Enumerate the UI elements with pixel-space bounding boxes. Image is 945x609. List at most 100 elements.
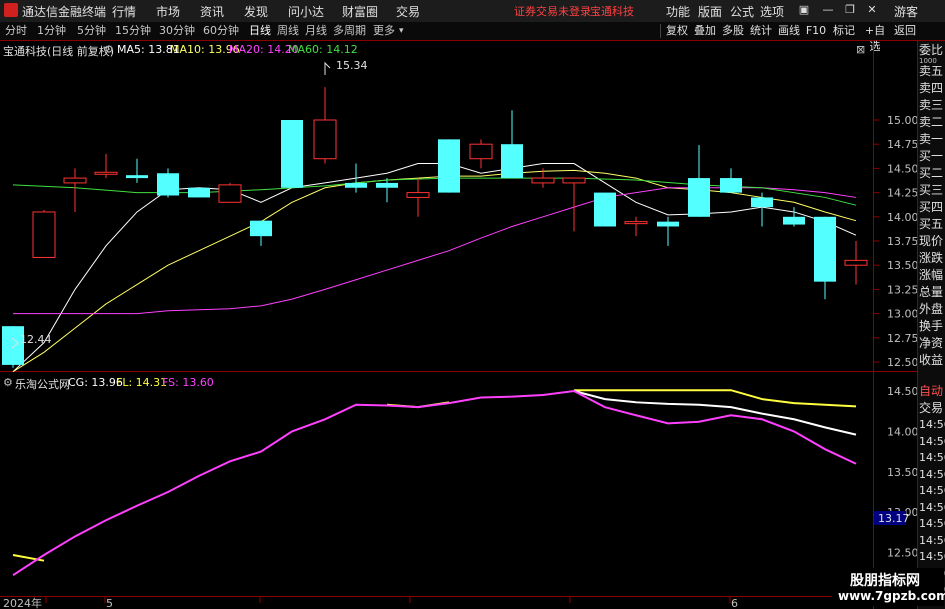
menu-item-quotes[interactable]: 行情: [112, 3, 136, 20]
candle-body: [313, 119, 337, 160]
y-tick-label: 13.75: [887, 235, 917, 248]
tab-weekly[interactable]: 周线: [276, 23, 300, 39]
y-tick-label: 13.50: [887, 259, 917, 272]
y-tick-label: 14.50: [887, 162, 917, 175]
f10-button[interactable]: F10: [804, 23, 828, 39]
candle-body: [438, 139, 460, 193]
legend-gear-icon[interactable]: ⚙: [104, 43, 114, 56]
menu-item-layout[interactable]: 版面: [698, 3, 722, 20]
tab-30min[interactable]: 30分钟: [158, 23, 196, 39]
x-label-year: 2024年: [3, 596, 42, 609]
menu-item-ask[interactable]: 问小达: [288, 3, 324, 20]
high-marker: 15.34: [324, 59, 368, 75]
skin-icon[interactable]: ▣: [796, 2, 812, 18]
multi-stock-button[interactable]: 多股: [720, 23, 746, 39]
overlay-button[interactable]: 叠加: [692, 23, 718, 39]
menu-item-news[interactable]: 资讯: [200, 3, 224, 20]
current-price-label: 13.17: [878, 512, 910, 525]
quote-label: 现价: [919, 234, 944, 248]
svg-text:12.44: 12.44: [20, 333, 52, 346]
y-tick-label: 13.25: [887, 283, 917, 296]
tab-daily[interactable]: 日线: [248, 23, 272, 39]
more-chevron-icon[interactable]: ▾: [398, 23, 405, 39]
sub-y-tick-label: 14.50: [887, 385, 917, 398]
tab-60min[interactable]: 60分钟: [202, 23, 240, 39]
y-tick-label: 14.25: [887, 187, 917, 200]
back-button[interactable]: 返回: [892, 23, 918, 39]
app-logo-icon: [4, 3, 18, 17]
minimize-icon[interactable]: —: [820, 2, 836, 18]
ma10-line: [12, 169, 857, 373]
quote-label: 收益: [919, 353, 944, 367]
candle-body: [376, 182, 398, 188]
candle-body: [814, 216, 836, 282]
cg-line: [573, 390, 857, 436]
tab-multi-period[interactable]: 多周期: [332, 23, 367, 39]
indicator-name[interactable]: 乐淘公式网: [15, 376, 70, 392]
toolbar-divider: [660, 24, 661, 38]
tab-intraday[interactable]: 分时: [4, 23, 28, 39]
indicator-gear-icon[interactable]: ⚙: [3, 376, 13, 389]
x-label-june: 6: [731, 597, 738, 609]
trade-mode-label[interactable]: 自动: [919, 384, 945, 399]
tab-monthly[interactable]: 月线: [304, 23, 328, 39]
close-icon[interactable]: ✕: [864, 2, 880, 18]
adjust-button[interactable]: 复权: [664, 23, 690, 39]
candle-body: [406, 192, 430, 198]
indicator-lines: [12, 389, 857, 577]
quote-label: 换手: [919, 319, 944, 333]
y-tick-label: 12.50: [887, 356, 917, 369]
menu-item-wealth[interactable]: 财富圈: [342, 3, 378, 20]
tab-1min[interactable]: 1分钟: [36, 23, 67, 39]
candle-body: [63, 177, 87, 184]
kline-chart[interactable]: 15.00 14.75 14.50 14.25 14.00 13.75 13.50 13.25…: [0, 41, 917, 609]
draw-line-button[interactable]: 画线: [776, 23, 802, 39]
ma-lines: [12, 163, 857, 373]
quote-label: 卖五: [919, 64, 944, 78]
menu-item-function[interactable]: 功能: [666, 3, 690, 20]
app-title: 通达信金融终端: [22, 5, 107, 19]
candle-body: [250, 220, 272, 237]
trade-time-label: 14:56: [919, 418, 945, 431]
guest-label[interactable]: 游客: [894, 3, 918, 20]
menu-item-discover[interactable]: 发现: [244, 3, 268, 20]
trade-mode-label[interactable]: 交易: [919, 401, 945, 416]
mark-button[interactable]: 标记: [830, 23, 858, 39]
ma20-line: [13, 187, 857, 315]
tab-15min[interactable]: 15分钟: [114, 23, 152, 39]
tab-5min[interactable]: 5分钟: [76, 23, 107, 39]
y-tick-label: 15.00: [887, 114, 917, 127]
candle-body: [469, 143, 493, 160]
fs-line: [12, 389, 857, 577]
login-warning[interactable]: 证券交易未登录: [514, 3, 591, 19]
y-tick-label: 12.75: [887, 332, 917, 345]
menu-item-trade[interactable]: 交易: [396, 3, 420, 20]
watermark-url: www.7gpzb.com: [838, 589, 945, 603]
watermark: 股朋指标网 www.7gpzb.com: [832, 568, 945, 606]
menu-item-options[interactable]: 选项: [760, 3, 784, 20]
quote-label: 卖二: [919, 115, 944, 129]
add-watchlist-button[interactable]: +自选: [860, 23, 890, 53]
quote-label: 卖三: [919, 98, 944, 112]
candle-body: [688, 178, 710, 217]
trade-time-label: 14:56: [919, 434, 945, 448]
restore-icon[interactable]: ❐: [842, 2, 858, 18]
candles: [2, 87, 868, 368]
candle-body: [562, 177, 586, 184]
candle-body: [594, 192, 616, 227]
legend-fs: FS: 13.60: [162, 376, 214, 389]
menu-item-market[interactable]: 市场: [156, 3, 180, 20]
quote-label: 净资: [919, 336, 944, 350]
quote-label: 买三: [919, 183, 944, 197]
title-bar: 通达信金融终端 行情 市场 资讯 发现 问小达 财富圈 交易 证券交易未登录 宝…: [0, 0, 945, 23]
trade-time-label: 14:56: [919, 451, 945, 464]
main-y-axis: 15.00 14.75 14.50 14.25 14.00 13.75 13.50 13.25…: [874, 114, 917, 369]
sub-y-tick-label: 13.50: [887, 466, 917, 479]
candle-body: [188, 187, 210, 198]
legend-ma60: MA60: 14.12: [288, 43, 358, 56]
candle-body: [32, 211, 56, 258]
statistics-button[interactable]: 统计: [748, 23, 774, 39]
tab-more[interactable]: 更多: [372, 23, 396, 39]
chart-settings-icon[interactable]: ⊠: [856, 43, 865, 56]
menu-item-formula[interactable]: 公式: [730, 3, 754, 20]
